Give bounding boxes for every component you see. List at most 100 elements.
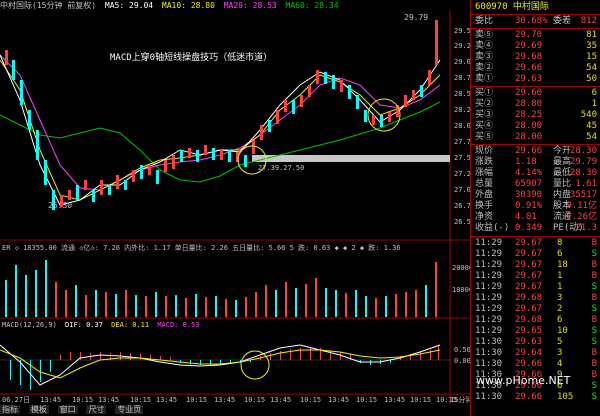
tick-direction: S [591, 304, 597, 314]
macd-histogram [10, 345, 439, 390]
buy-level-row: 买② 28.80 1 [471, 99, 600, 110]
svg-text:13:45: 13:45 [98, 396, 119, 404]
tick-time: 11:29 [475, 249, 503, 259]
buy-level-label: 买③ [475, 110, 494, 120]
tick-price: 29.68 [515, 293, 543, 303]
tick-volume: 8 [557, 238, 563, 248]
stat-value: 9.11亿 [566, 201, 597, 211]
tick-time: 11:30 [475, 392, 503, 402]
sell-level-volume: 81 [586, 30, 597, 40]
stat-row: 收益(-) 0.349 PE(动) 21.3 [471, 223, 600, 234]
stat-label: 今开 [553, 146, 572, 156]
candlesticks [5, 20, 438, 210]
macd-tick: 0.00 [454, 357, 470, 365]
tick-price: 29.66 [515, 359, 543, 369]
chart-annotation: MACD上穿0轴短线操盘技巧（低迷市道） [110, 51, 272, 63]
stat-row: 涨幅 4.14% 最低 28.30 [471, 168, 600, 179]
svg-text:10:15: 10:15 [244, 396, 265, 404]
tab-size[interactable]: 尺寸 [86, 405, 107, 414]
stat-label: 最高 [553, 157, 572, 167]
price-tick: 28.00 [454, 122, 470, 130]
stat-row: 外盘 30390 内盘 35517 [471, 190, 600, 201]
sell-level-row: 卖③ 29.68 15 [471, 52, 600, 63]
tick-price: 29.68 [515, 315, 543, 325]
volume-tick: 20000 [452, 264, 470, 272]
price-tick: 26.75 [454, 202, 470, 210]
support-highlight-band [252, 155, 450, 162]
tick-row: 11:29 29.67 1 B [471, 271, 600, 282]
price-tick: 27.50 [454, 154, 470, 162]
sell-level-price: 29.63 [515, 74, 543, 84]
stat-value: 1.61 [575, 179, 597, 189]
sell-level-row: 卖① 29.63 50 [471, 74, 600, 85]
tick-row: 11:29 29.67 2 S [471, 304, 600, 315]
price-tick: 29.50 [454, 27, 470, 35]
stat-label: 外盘 [475, 190, 494, 200]
stat-row: 净资 4.01 流通 7.26亿 [471, 212, 600, 223]
tick-volume: 3 [557, 348, 563, 358]
tick-volume: 6 [557, 249, 563, 259]
highlight-circle [240, 350, 270, 380]
stat-value: 28.30 [569, 168, 597, 178]
stat-value: 4.14% [515, 168, 543, 178]
tab-pro[interactable]: 专业页 [115, 405, 144, 414]
tick-time: 11:30 [475, 359, 503, 369]
sell-level-volume: 35 [586, 41, 597, 51]
buy-level-volume: 540 [580, 110, 597, 120]
tick-direction: B [591, 271, 597, 281]
tick-time: 11:30 [475, 337, 503, 347]
price-tick: 28.25 [454, 106, 470, 114]
buy-level-label: 买② [475, 99, 494, 109]
tick-volume: 1 [557, 271, 563, 281]
low-price-label: 26.30 [48, 201, 72, 210]
sell-level-price: 29.68 [515, 52, 543, 62]
svg-text:10:15: 10:15 [72, 396, 93, 404]
stat-value: 21.3 [575, 223, 597, 233]
tick-direction: B [591, 238, 597, 248]
tick-volume: 6 [557, 315, 563, 325]
volume-bars [5, 260, 437, 317]
svg-text:10:15: 10:15 [300, 396, 321, 404]
tick-row: 11:29 29.67 8 B [471, 238, 600, 249]
tick-price: 29.63 [515, 337, 543, 347]
macd-dif-line [0, 344, 441, 386]
sell-level-label: 卖② [475, 63, 494, 73]
tick-direction: B [591, 370, 597, 380]
sell-level-volume: 54 [586, 63, 597, 73]
tab-template[interactable]: 模板 [28, 405, 49, 414]
tick-price: 29.67 [515, 249, 543, 259]
svg-text:10:15: 10:15 [356, 396, 377, 404]
macd-info: MACD(12,26,9) DIF: 0.37 DEA: 0.11 MACD: … [2, 321, 199, 329]
stat-value: 7.26亿 [566, 212, 597, 222]
tick-direction: S [591, 337, 597, 347]
svg-text:10:15: 10:15 [410, 396, 431, 404]
tick-time: 11:29 [475, 293, 503, 303]
macd-info-dea: DEA: 0.11 [111, 321, 149, 329]
svg-text:10:15: 10:15 [130, 396, 151, 404]
stat-label: 涨跌 [475, 157, 494, 167]
tick-time: 11:30 [475, 348, 503, 358]
tick-row: 11:29 29.67 1 S [471, 282, 600, 293]
stat-value: 28.30 [569, 146, 597, 156]
kline-chart[interactable]: 29.50 29.25 29.00 28.75 28.50 28.25 28.0… [0, 0, 470, 416]
tab-window[interactable]: 窗口 [57, 405, 78, 414]
stat-value: 30390 [515, 190, 543, 200]
tick-direction: S [591, 381, 597, 391]
stat-value: 29.66 [515, 146, 543, 156]
tick-direction: S [591, 326, 597, 336]
tab-indicator[interactable]: 指标 [0, 405, 20, 414]
svg-text:13:45: 13:45 [328, 396, 349, 404]
buy-level-row: 买④ 28.00 45 [471, 121, 600, 132]
watermark-text: www.pHome.NET [476, 374, 571, 387]
stat-label: 现价 [475, 146, 494, 156]
sell-level-price: 29.70 [515, 30, 543, 40]
buy-level-label: 买⑤ [475, 132, 494, 142]
tick-price: 29.67 [515, 260, 543, 270]
tick-row: 11:29 29.68 3 B [471, 293, 600, 304]
stat-row: 换手 0.91% 股本 9.11亿 [471, 201, 600, 212]
stat-value: 65907 [515, 179, 543, 189]
svg-text:13:45: 13:45 [156, 396, 177, 404]
tick-row: 11:30 29.64 3 B [471, 348, 600, 359]
tick-row: 11:30 29.63 5 S [471, 337, 600, 348]
tick-price: 29.67 [515, 238, 543, 248]
